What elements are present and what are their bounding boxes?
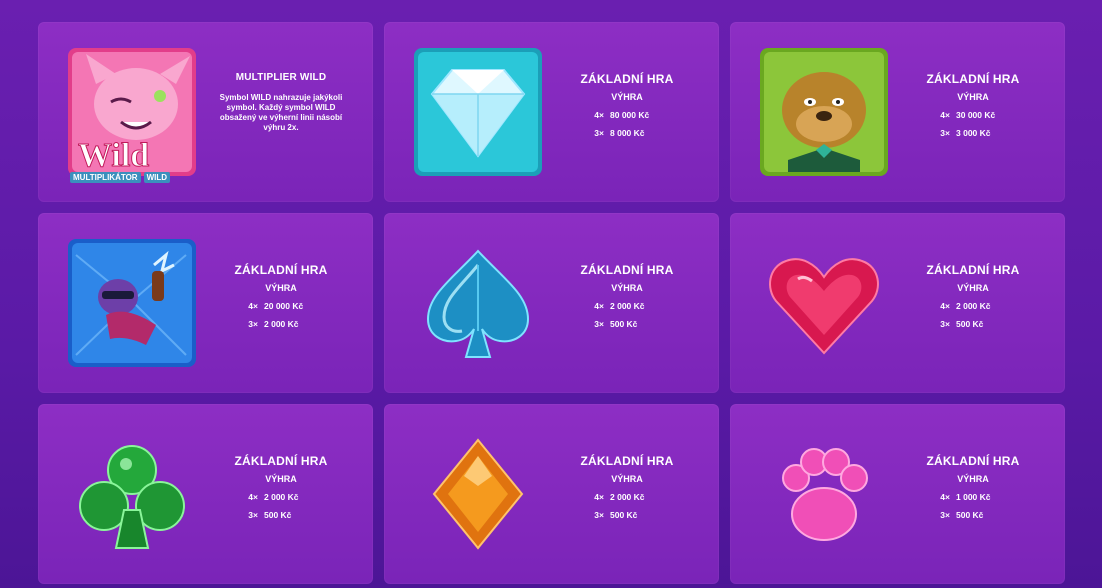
pay-value: 2 000 Kč: [610, 492, 645, 502]
spade-gem-icon: [412, 235, 544, 371]
paytable-card-bulldog: ZÁKLADNÍ HRA VÝHRA 4× 30 000 Kč 3× 3 000 K…: [730, 22, 1065, 202]
card-subtitle: VÝHRA: [957, 283, 989, 293]
pay-count: 4×: [940, 110, 950, 120]
pay-row: 4× 80 000 Kč: [552, 110, 702, 120]
pay-value: 2 000 Kč: [264, 492, 299, 502]
pay-value: 80 000 Kč: [610, 110, 650, 120]
pay-count: 3×: [940, 510, 950, 520]
wild-badges: MULTIPLIKÁTOR WILD: [70, 172, 171, 183]
hero-cat-info: ZÁKLADNÍ HRA VÝHRA 4× 20 000 Kč 3× 2 000 K…: [206, 263, 356, 329]
paytable-grid: Wild MULTIPLIKÁTOR WILD MULTIPLIER WILD …: [38, 22, 1065, 584]
card-subtitle: VÝHRA: [957, 92, 989, 102]
card-title: ZÁKLADNÍ HRA: [926, 263, 1020, 277]
pay-count: 4×: [940, 301, 950, 311]
pay-value: 2 000 Kč: [264, 319, 299, 329]
pay-value: 1 000 Kč: [956, 492, 991, 502]
paytable-card-paw: ZÁKLADNÍ HRA VÝHRA 4× 1 000 Kč 3× 500 Kč: [730, 404, 1065, 584]
card-title: ZÁKLADNÍ HRA: [234, 263, 328, 277]
card-subtitle: VÝHRA: [265, 474, 297, 484]
pay-row: 3× 500 Kč: [898, 319, 1048, 329]
card-subtitle: VÝHRA: [611, 283, 643, 293]
paytable-card-club: ZÁKLADNÍ HRA VÝHRA 4× 2 000 Kč 3× 500 Kč: [38, 404, 373, 584]
pay-row: 4× 1 000 Kč: [898, 492, 1048, 502]
wild-description: Symbol WILD nahrazuje jakýkoli symbol. K…: [219, 93, 343, 132]
pay-value: 500 Kč: [956, 510, 984, 520]
pay-row: 3× 3 000 Kč: [898, 128, 1048, 138]
pay-row: 4× 20 000 Kč: [206, 301, 356, 311]
pay-value: 3 000 Kč: [956, 128, 991, 138]
pay-value: 500 Kč: [610, 510, 638, 520]
paw-icon: [758, 426, 890, 562]
paytable-card-wild: Wild MULTIPLIKÁTOR WILD MULTIPLIER WILD …: [38, 22, 373, 202]
pay-row: 3× 2 000 Kč: [206, 319, 356, 329]
pay-row: 4× 2 000 Kč: [898, 301, 1048, 311]
heart-info: ZÁKLADNÍ HRA VÝHRA 4× 2 000 Kč 3× 500 Kč: [898, 263, 1048, 329]
pay-row: 4× 2 000 Kč: [552, 492, 702, 502]
card-title: ZÁKLADNÍ HRA: [580, 263, 674, 277]
card-title: ZÁKLADNÍ HRA: [580, 454, 674, 468]
paytable-card-hero-cat: ZÁKLADNÍ HRA VÝHRA 4× 20 000 Kč 3× 2 000 K…: [38, 213, 373, 393]
pay-row: 3× 500 Kč: [552, 510, 702, 520]
pay-count: 4×: [248, 301, 258, 311]
club-info: ZÁKLADNÍ HRA VÝHRA 4× 2 000 Kč 3× 500 Kč: [206, 454, 356, 520]
wild-cat-icon: Wild: [66, 44, 198, 180]
pay-count: 4×: [594, 492, 604, 502]
pay-count: 4×: [248, 492, 258, 502]
wild-badge: WILD: [143, 172, 171, 183]
pay-row: 3× 8 000 Kč: [552, 128, 702, 138]
pay-value: 30 000 Kč: [956, 110, 996, 120]
orange-diamond-info: ZÁKLADNÍ HRA VÝHRA 4× 2 000 Kč 3× 500 Kč: [552, 454, 702, 520]
diamond-gem-icon: [412, 426, 544, 562]
club-gem-icon: [66, 426, 198, 562]
diamond-icon: [412, 44, 544, 180]
card-title: ZÁKLADNÍ HRA: [926, 72, 1020, 86]
card-subtitle: VÝHRA: [611, 474, 643, 484]
paw-info: ZÁKLADNÍ HRA VÝHRA 4× 1 000 Kč 3× 500 Kč: [898, 454, 1048, 520]
pay-count: 3×: [594, 128, 604, 138]
pay-row: 4× 2 000 Kč: [206, 492, 356, 502]
heart-gem-icon: [758, 235, 890, 371]
pay-count: 4×: [594, 110, 604, 120]
pay-value: 500 Kč: [956, 319, 984, 329]
pay-count: 3×: [940, 128, 950, 138]
svg-text:Wild: Wild: [78, 137, 149, 174]
pay-value: 2 000 Kč: [956, 301, 991, 311]
card-title: ZÁKLADNÍ HRA: [926, 454, 1020, 468]
multiplier-badge: MULTIPLIKÁTOR: [70, 172, 141, 183]
pay-count: 4×: [940, 492, 950, 502]
bulldog-info: ZÁKLADNÍ HRA VÝHRA 4× 30 000 Kč 3× 3 000 K…: [898, 72, 1048, 138]
paytable-card-orange-diamond: ZÁKLADNÍ HRA VÝHRA 4× 2 000 Kč 3× 500 Kč: [384, 404, 719, 584]
pay-count: 4×: [594, 301, 604, 311]
hero-cat-icon: [66, 235, 198, 371]
paytable-card-spade: ZÁKLADNÍ HRA VÝHRA 4× 2 000 Kč 3× 500 Kč: [384, 213, 719, 393]
paytable-card-diamond: ZÁKLADNÍ HRA VÝHRA 4× 80 000 Kč 3× 8 000 K…: [384, 22, 719, 202]
pay-count: 3×: [248, 510, 258, 520]
pay-row: 3× 500 Kč: [552, 319, 702, 329]
pay-value: 500 Kč: [610, 319, 638, 329]
pay-count: 3×: [594, 510, 604, 520]
pay-row: 3× 500 Kč: [206, 510, 356, 520]
pay-value: 2 000 Kč: [610, 301, 645, 311]
pay-count: 3×: [248, 319, 258, 329]
card-title: MULTIPLIER WILD: [235, 72, 327, 83]
card-subtitle: VÝHRA: [957, 474, 989, 484]
card-title: ZÁKLADNÍ HRA: [234, 454, 328, 468]
pay-count: 3×: [940, 319, 950, 329]
card-subtitle: VÝHRA: [611, 92, 643, 102]
pay-row: 4× 2 000 Kč: [552, 301, 702, 311]
pay-value: 20 000 Kč: [264, 301, 304, 311]
pay-value: 8 000 Kč: [610, 128, 645, 138]
wild-info: MULTIPLIER WILD Symbol WILD nahrazuje ja…: [206, 72, 356, 133]
pay-value: 500 Kč: [264, 510, 292, 520]
card-title: ZÁKLADNÍ HRA: [580, 72, 674, 86]
pay-row: 4× 30 000 Kč: [898, 110, 1048, 120]
spade-info: ZÁKLADNÍ HRA VÝHRA 4× 2 000 Kč 3× 500 Kč: [552, 263, 702, 329]
paytable-card-heart: ZÁKLADNÍ HRA VÝHRA 4× 2 000 Kč 3× 500 Kč: [730, 213, 1065, 393]
card-subtitle: VÝHRA: [265, 283, 297, 293]
diamond-info: ZÁKLADNÍ HRA VÝHRA 4× 80 000 Kč 3× 8 000 K…: [552, 72, 702, 138]
pay-count: 3×: [594, 319, 604, 329]
pay-row: 3× 500 Kč: [898, 510, 1048, 520]
bulldog-icon: [758, 44, 890, 180]
